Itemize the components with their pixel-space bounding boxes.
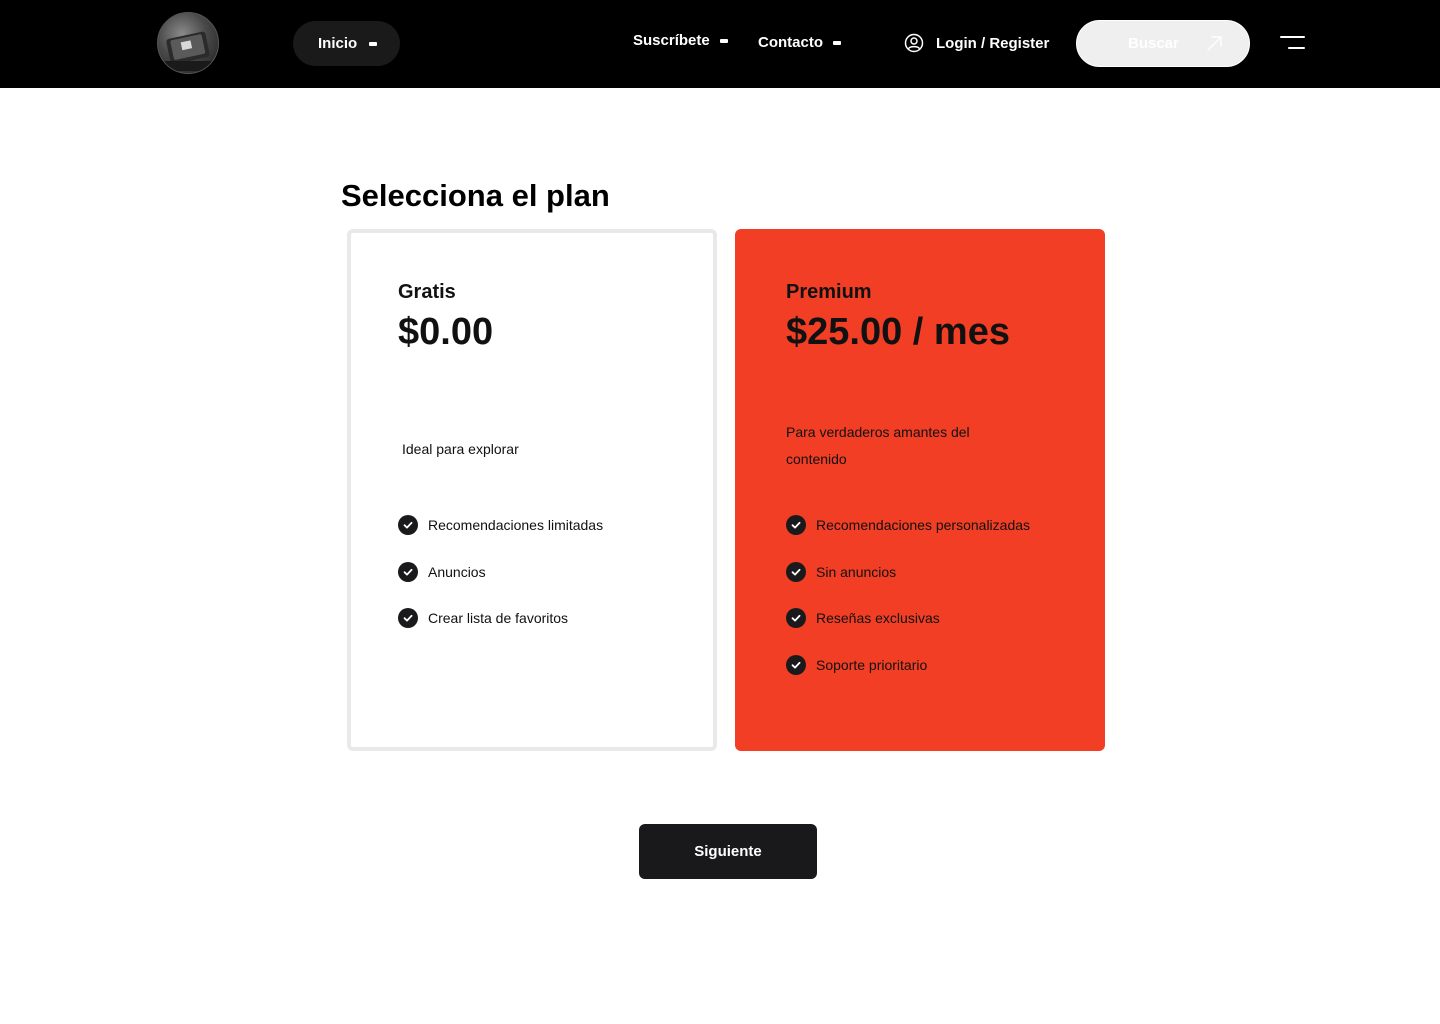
dash-icon [719,38,728,43]
feature-label: Reseñas exclusivas [816,610,940,626]
nav-inicio-label: Inicio [318,35,358,52]
user-circle-icon [904,33,924,53]
feature-label: Crear lista de favoritos [428,610,569,626]
check-icon [398,561,418,582]
list-item: Recomendaciones personalizadas [786,515,1030,535]
list-item: Soporte prioritario [786,654,1030,675]
plan-price: $25.00 / mes [786,311,1010,353]
feature-list: Recomendaciones limitadas Anuncios Crear… [398,515,603,655]
feature-label: Recomendaciones limitadas [428,517,604,533]
list-item: Recomendaciones limitadas [398,515,603,535]
search-button-label: Buscar [1128,35,1179,52]
nav-contacto-label: Contacto [758,34,823,51]
page-title: Selecciona el plan [341,178,610,213]
nav-suscribete[interactable]: Suscríbete [633,32,728,49]
check-icon [786,608,806,628]
top-navigation-bar: Inicio Suscríbete Contacto Login / Regis… [0,0,1440,88]
plan-description: Para verdaderos amantes del contenido [786,424,970,467]
feature-label: Anuncios [428,563,486,580]
check-icon [398,515,418,535]
check-icon [786,515,806,535]
search-button[interactable]: Buscar [1076,20,1250,67]
check-icon [786,654,806,675]
list-item: Anuncios [398,561,603,582]
dash-icon [833,40,841,45]
list-item: Crear lista de favoritos [398,608,603,628]
nav-contacto[interactable]: Contacto [758,34,841,51]
check-icon [398,608,418,628]
check-icon [786,561,806,582]
feature-label: Soporte prioritario [816,656,928,673]
list-item: Sin anuncios [786,561,1030,582]
plan-name: Gratis [398,281,456,303]
plan-name: Premium [786,281,872,303]
next-button[interactable]: Siguiente [639,824,817,879]
logo[interactable] [157,12,219,74]
plan-price: $0.00 [398,311,494,353]
login-register-label: Login / Register [936,34,1050,52]
nav-inicio[interactable]: Inicio [293,21,400,66]
feature-list: Recomendaciones personalizadas Sin anunc… [786,515,1030,701]
menu-icon[interactable] [1280,35,1305,50]
plan-description: Ideal para explorar [402,441,519,457]
logo-image [162,31,216,71]
feature-label: Sin anuncios [816,563,897,580]
nav-suscribete-label: Suscríbete [633,32,710,49]
dash-icon [369,41,378,46]
feature-label: Recomendaciones personalizadas [816,517,1031,533]
list-item: Reseñas exclusivas [786,608,1030,628]
plan-card-gratis[interactable]: Gratis $0.00 Ideal para explorar Recomen… [347,229,717,751]
plan-card-premium[interactable]: Premium $25.00 / mes Para verdaderos ama… [735,229,1105,751]
login-register-link[interactable]: Login / Register [904,32,1049,54]
arrow-up-right-icon [1207,36,1222,51]
